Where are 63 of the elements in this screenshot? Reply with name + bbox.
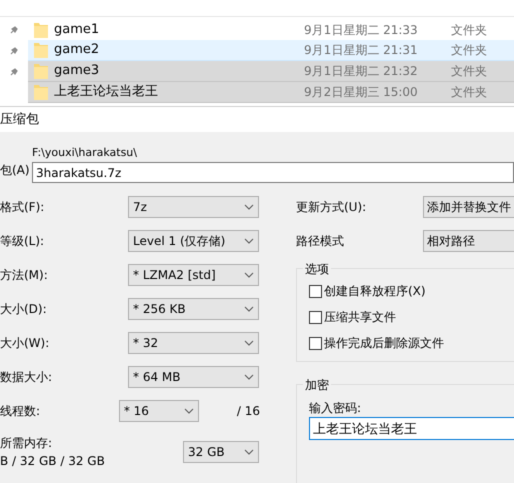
archive-label: 包(A) xyxy=(0,162,31,179)
group-title: 选项 xyxy=(303,260,331,278)
path-mode-dropdown[interactable]: 相对路径 xyxy=(423,230,514,252)
checkbox[interactable] xyxy=(309,336,322,350)
checkbox-option[interactable]: 操作完成后删除源文件 xyxy=(309,333,514,353)
file-name: game1 xyxy=(54,20,100,39)
folder-icon xyxy=(34,42,48,58)
dropdown[interactable]: Level 1 (仅存储) xyxy=(128,230,259,252)
checkbox-option[interactable]: 创建自释放程序(X) xyxy=(309,281,514,301)
checkbox[interactable] xyxy=(309,284,322,298)
path-mode-label: 路径模式 xyxy=(296,233,345,250)
setting-label: 大小(D): xyxy=(0,301,48,318)
dropdown[interactable]: * 32 xyxy=(128,332,259,354)
file-type: 文件夹 xyxy=(451,22,487,38)
password-label: 输入密码: xyxy=(309,400,362,417)
dropdown[interactable]: * 64 MB xyxy=(128,366,259,388)
caret-icon xyxy=(244,340,254,346)
memory-detail: B / 32 GB / 32 GB xyxy=(0,453,106,470)
setting-label: 线程数: xyxy=(0,403,42,420)
caret-icon xyxy=(244,238,254,244)
caret-icon xyxy=(244,306,254,312)
dropdown[interactable]: * 16 xyxy=(118,400,199,422)
update-mode-dropdown[interactable]: 添加并替换文件 xyxy=(423,196,514,218)
setting-label: 格式(F): xyxy=(0,199,46,216)
file-date: 9月1日星期二 21:33 xyxy=(304,22,419,38)
dropdown[interactable]: 32 GB xyxy=(183,441,259,463)
update-mode-label: 更新方式(U): xyxy=(296,199,368,216)
folder-icon xyxy=(34,63,48,79)
file-row[interactable]: game2 9月1日星期二 21:31 文件夹 xyxy=(28,40,514,61)
file-row[interactable]: game1 9月1日星期二 21:33 文件夹 xyxy=(28,19,514,40)
file-row[interactable]: game3 9月1日星期二 21:32 文件夹 xyxy=(28,61,514,82)
file-date: 9月1日星期二 21:32 xyxy=(304,63,419,80)
file-type: 文件夹 xyxy=(451,42,487,59)
setting-label: 等级(L): xyxy=(0,233,46,250)
setting-label: 大小(W): xyxy=(0,335,50,352)
caret-icon xyxy=(244,204,254,210)
checkbox[interactable] xyxy=(309,310,322,324)
dialog-title: 压缩包 xyxy=(0,110,39,129)
thread-count: / 16 xyxy=(236,403,260,420)
memory-label: 所需内存: xyxy=(0,435,54,452)
file-name: game3 xyxy=(54,62,100,80)
checkbox-option[interactable]: 压缩共享文件 xyxy=(309,307,514,327)
setting-label: 方法(M): xyxy=(0,267,49,284)
file-date: 9月1日星期二 21:31 xyxy=(304,42,419,59)
file-type: 文件夹 xyxy=(451,84,487,101)
file-type: 文件夹 xyxy=(451,63,487,80)
archive-name-field[interactable]: 3harakatsu.7z xyxy=(32,162,514,183)
password-field[interactable]: 上老王论坛当老王 xyxy=(309,417,514,440)
caret-icon xyxy=(244,272,254,278)
folder-icon xyxy=(34,22,48,38)
dropdown[interactable]: * LZMA2 [std] xyxy=(128,264,259,286)
archive-path: F:\youxi\harakatsu\ xyxy=(32,145,138,161)
caret-icon xyxy=(244,449,254,455)
file-name: game2 xyxy=(54,41,100,60)
file-date: 9月2日星期三 15:00 xyxy=(304,84,419,101)
file-row[interactable]: 上老王论坛当老王 9月2日星期三 15:00 文件夹 xyxy=(28,82,514,103)
setting-label: 数据大小: xyxy=(0,369,54,386)
folder-icon xyxy=(34,84,48,100)
caret-icon xyxy=(184,408,194,414)
file-name: 上老王论坛当老王 xyxy=(54,83,159,102)
dropdown[interactable]: * 256 KB xyxy=(128,298,259,320)
dropdown[interactable]: 7z xyxy=(128,196,259,218)
caret-icon xyxy=(244,374,254,380)
